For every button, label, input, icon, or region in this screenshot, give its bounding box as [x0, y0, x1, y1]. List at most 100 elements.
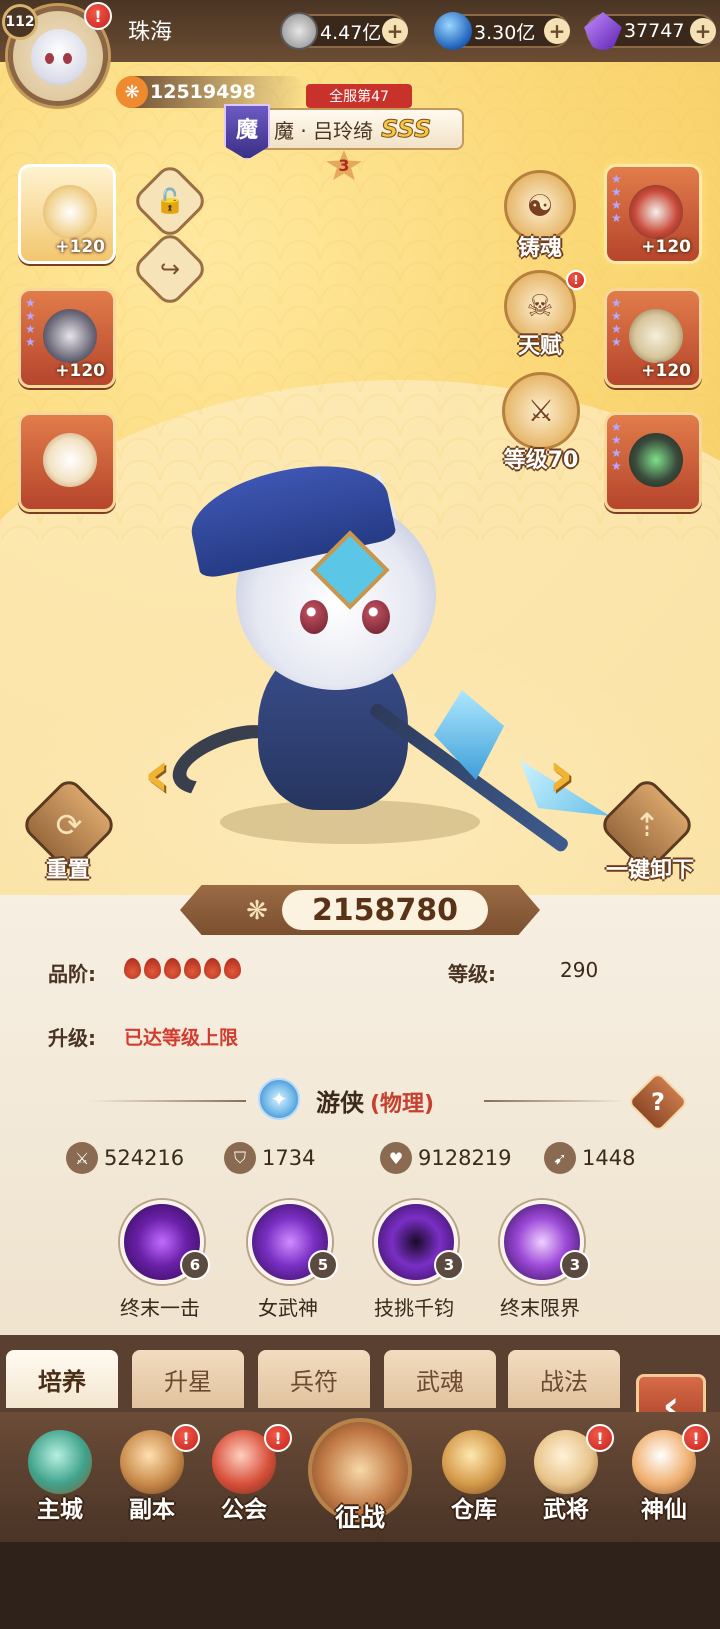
skill-level-badge: 6: [180, 1250, 210, 1280]
nav-label: 仓库: [451, 1497, 497, 1523]
prev-hero-arrow[interactable]: ‹: [134, 740, 180, 810]
equip-slot-2[interactable]: ★ ★ ★ ★ +120: [18, 288, 116, 388]
forge-soul-label: 铸魂: [517, 236, 562, 261]
avatar-portrait: [31, 29, 87, 85]
resource-orb-value: 3.30亿: [474, 21, 536, 44]
equip-slot-6[interactable]: ★ ★ ★ ★: [604, 412, 702, 512]
heart-icon: ♥: [380, 1142, 412, 1174]
nav-generals[interactable]: ! 武将: [522, 1424, 614, 1540]
weapon-item-icon: [43, 185, 97, 239]
upgrade-status: 已达等级上限: [124, 1027, 239, 1049]
resource-coin[interactable]: 4.47亿 +: [280, 12, 408, 50]
avatar-eye-left: [45, 53, 54, 64]
nav-label: 征战: [334, 1503, 385, 1532]
hero-name: 魔 · 吕玲绮: [274, 118, 374, 143]
helmet-item-icon: [43, 309, 97, 363]
skill-level-badge: 3: [434, 1250, 464, 1280]
skill-level-badge: 5: [308, 1250, 338, 1280]
skill-name: 女武神: [258, 1296, 318, 1320]
level-value: 290: [560, 958, 599, 982]
unequip-all-label: 一键卸下: [605, 858, 694, 883]
warehouse-icon: [442, 1430, 506, 1494]
tab-martial-soul[interactable]: 武魂: [384, 1350, 496, 1408]
generals-alert-icon: !: [586, 1424, 614, 1452]
hero-eye-left: [300, 600, 328, 634]
refresh-icon: ⟳: [55, 806, 83, 844]
weapon-level-button[interactable]: ⚔: [502, 372, 580, 450]
ranger-class-icon: ✦: [258, 1078, 300, 1120]
tab-tactics[interactable]: 战法: [508, 1350, 620, 1408]
nav-warehouse[interactable]: 仓库: [430, 1430, 518, 1540]
dungeon-alert-icon: !: [172, 1424, 200, 1452]
paw-icon: ❋: [246, 896, 268, 926]
resource-crystal[interactable]: 37747 +: [584, 12, 716, 50]
paw-icon: ❋: [116, 76, 148, 108]
player-power-value: 12519498: [150, 81, 256, 103]
armor-item-icon: [629, 185, 683, 239]
stat-speed-value: 1448: [582, 1146, 636, 1170]
shield-icon: ⛉: [224, 1142, 256, 1174]
slot-stars: ★ ★ ★ ★: [611, 172, 622, 225]
skill-name: 技挑千钧: [374, 1296, 454, 1320]
rank-label: 品阶:: [48, 962, 96, 986]
equip-slot-4-bonus: +120: [641, 237, 691, 257]
add-orb-button[interactable]: +: [544, 18, 570, 44]
skill-level-badge: 3: [560, 1250, 590, 1280]
hero-eye-right: [362, 600, 390, 634]
guild-alert-icon: !: [264, 1424, 292, 1452]
resource-orb[interactable]: 3.30亿 +: [434, 12, 570, 50]
tab-tally[interactable]: 兵符: [258, 1350, 370, 1408]
equip-slot-1[interactable]: +120: [18, 164, 116, 264]
nav-main-city[interactable]: 主城: [16, 1430, 104, 1540]
equip-slot-3[interactable]: [18, 412, 116, 512]
boots-item-icon: [629, 309, 683, 363]
share-icon: ↪: [159, 255, 181, 283]
divider-right: [484, 1100, 624, 1102]
tab-star-up[interactable]: 升星: [132, 1350, 244, 1408]
upgrade-label: 升级:: [48, 1026, 96, 1050]
talent-icon: ☠: [526, 288, 554, 324]
boot-icon: ➹: [544, 1142, 576, 1174]
weapon-level-icon: ⚔: [527, 393, 555, 429]
hero-grade: SSS: [381, 115, 432, 144]
mount-item-icon: [43, 433, 97, 487]
next-hero-arrow[interactable]: ›: [538, 740, 584, 810]
nav-label: 副本: [129, 1497, 175, 1523]
skill-name: 终末限界: [500, 1296, 580, 1320]
add-crystal-button[interactable]: +: [690, 18, 716, 44]
slot-stars: ★ ★ ★ ★: [25, 296, 36, 349]
divider-left: [90, 1100, 246, 1102]
question-icon: ?: [651, 1088, 665, 1116]
nav-dungeon[interactable]: ! 副本: [108, 1424, 200, 1540]
hero-class: 游侠 (物理): [316, 1083, 434, 1118]
player-power: ❋ 12519498: [116, 76, 306, 108]
nav-label: 主城: [37, 1497, 83, 1523]
rank-drop-icon: [124, 958, 141, 979]
talent-label: 天赋: [517, 334, 562, 359]
server-rank-ribbon: 全服第47: [306, 84, 412, 108]
rank-drop-icon: [224, 958, 241, 979]
equip-slot-5[interactable]: ★ ★ ★ ★ +120: [604, 288, 702, 388]
accessory-item-icon: [629, 433, 683, 487]
equip-slot-2-bonus: +120: [55, 361, 105, 381]
bottom-safe-area: [0, 1542, 720, 1629]
add-coin-button[interactable]: +: [382, 18, 408, 44]
orb-icon: [434, 12, 472, 50]
coin-icon: [280, 12, 318, 50]
nav-immortals[interactable]: ! 神仙: [620, 1424, 710, 1540]
nav-battle[interactable]: 征战: [302, 1418, 418, 1538]
forge-soul-icon: ☯: [526, 188, 554, 224]
class-damage-type: (物理): [370, 1092, 435, 1117]
avatar-eye-right: [63, 53, 72, 64]
combat-power-value: 2158780: [282, 890, 488, 930]
stat-attack-value: 524216: [104, 1146, 185, 1170]
rank-drop-icon: [144, 958, 161, 979]
rank-drop-icon: [184, 958, 201, 979]
stat-hp-value: 9128219: [418, 1146, 512, 1170]
equip-slot-4[interactable]: ★ ★ ★ ★ +120: [604, 164, 702, 264]
tab-train[interactable]: 培养: [6, 1350, 118, 1408]
nav-guild[interactable]: ! 公会: [200, 1424, 292, 1540]
rank-drops: [124, 958, 244, 983]
equip-slot-1-bonus: +120: [55, 237, 105, 257]
weapon-level-label: 等级70: [503, 448, 579, 473]
